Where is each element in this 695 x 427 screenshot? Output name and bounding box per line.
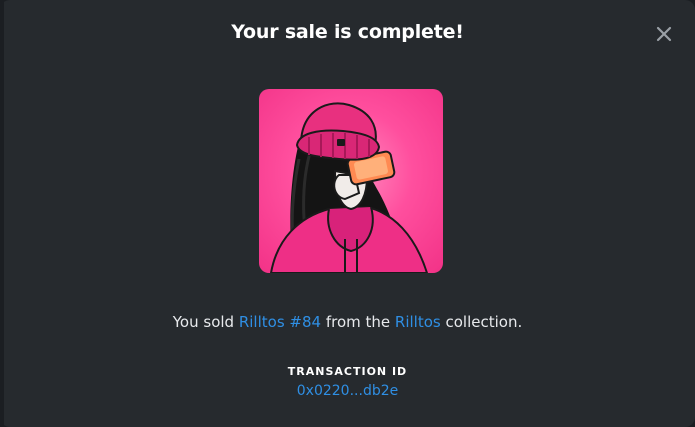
nft-artwork xyxy=(269,102,429,273)
close-icon xyxy=(656,26,672,42)
sale-message-middle: from the xyxy=(321,313,395,331)
collection-link[interactable]: Rilltos xyxy=(395,313,441,331)
sale-complete-modal: Your sale is complete! You sold Rilltos … xyxy=(0,0,695,427)
sale-message-suffix: collection. xyxy=(440,313,523,331)
nft-item-link[interactable]: Rilltos #84 xyxy=(239,313,321,331)
nft-image xyxy=(259,89,443,273)
backdrop-edge-left xyxy=(0,0,4,427)
sale-message: You sold Rilltos #84 from the Rilltos co… xyxy=(0,313,695,331)
sale-message-prefix: You sold xyxy=(172,313,239,331)
transaction-id-label: TRANSACTION ID xyxy=(287,365,408,378)
modal-title: Your sale is complete! xyxy=(231,21,464,43)
transaction-id-link[interactable]: 0x0220...db2e xyxy=(0,383,695,399)
close-button[interactable] xyxy=(653,23,675,45)
